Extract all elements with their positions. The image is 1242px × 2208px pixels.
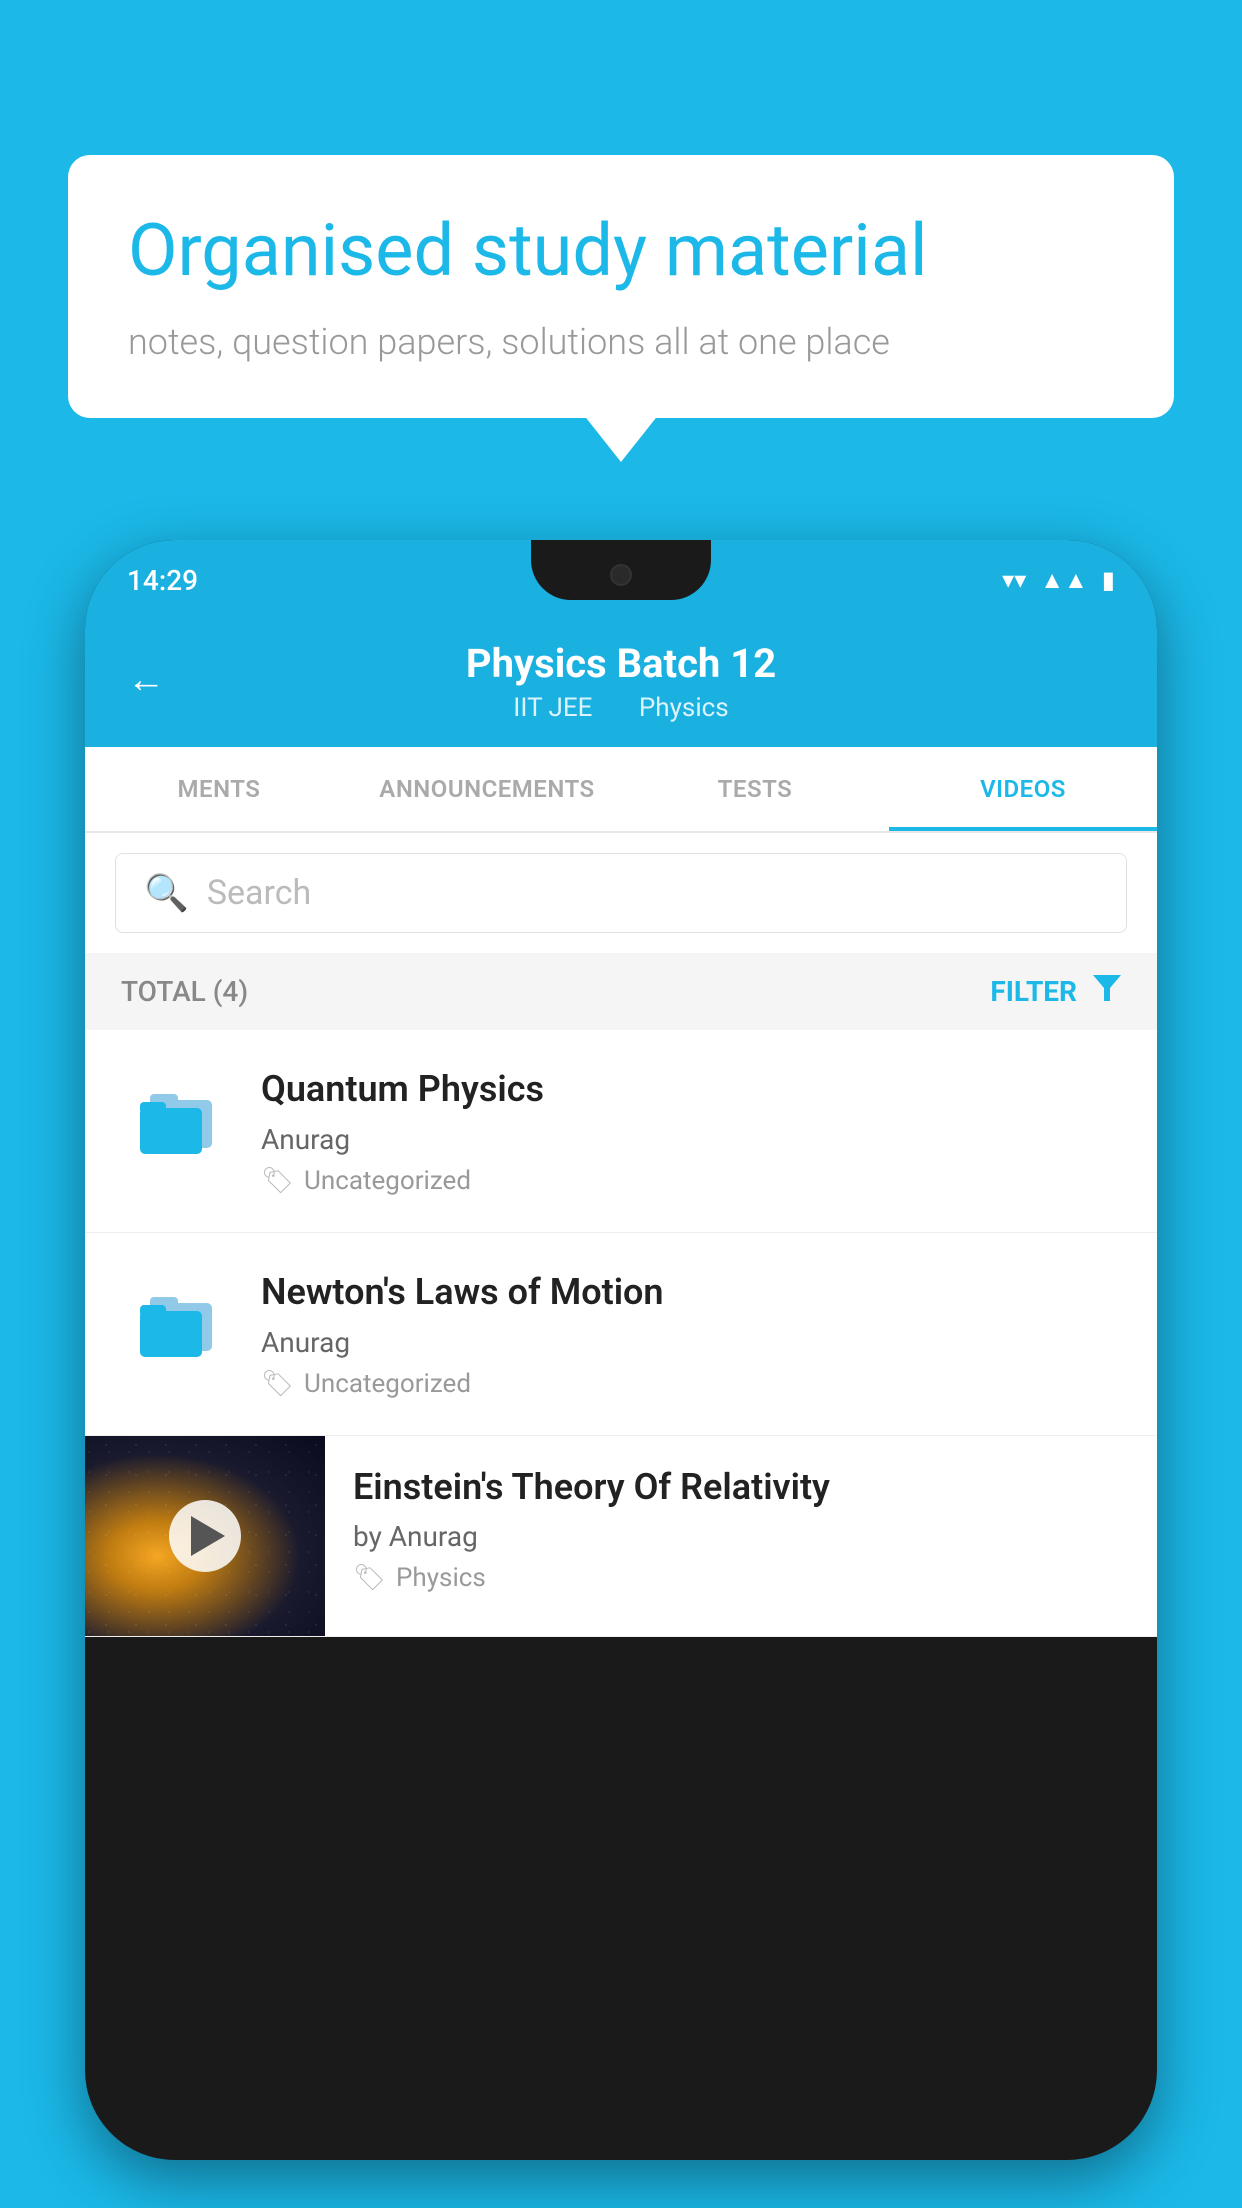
folder-icon [132, 1082, 220, 1160]
folder-icon [132, 1285, 220, 1363]
list-item[interactable]: Einstein's Theory Of Relativity by Anura… [85, 1436, 1157, 1637]
status-icons: ▾▾ ▲▲ ▮ [1002, 566, 1115, 595]
tag-label: Physics [396, 1563, 486, 1593]
phone-outer: 14:29 ▾▾ ▲▲ ▮ ← Physics Batch 12 IIT JEE… [85, 540, 1157, 2160]
wifi-icon: ▾▾ [1002, 566, 1026, 594]
signal-icon: ▲▲ [1040, 566, 1088, 595]
app-subtitle: IIT JEE Physics [127, 693, 1115, 723]
app-header: ← Physics Batch 12 IIT JEE Physics [85, 612, 1157, 747]
video-title: Einstein's Theory Of Relativity [353, 1464, 1129, 1511]
back-button[interactable]: ← [127, 658, 165, 702]
tag-label: Uncategorized [304, 1166, 471, 1196]
total-count-label: TOTAL (4) [121, 975, 248, 1008]
speech-bubble-subtext: notes, question papers, solutions all at… [128, 321, 1114, 363]
tab-videos[interactable]: VIDEOS [889, 747, 1157, 831]
tag-icon: 🏷 [261, 1369, 294, 1399]
search-icon: 🔍 [144, 872, 189, 914]
video-author: Anurag [261, 1326, 1121, 1359]
filter-funnel-icon [1093, 975, 1121, 1008]
video-thumbnail [85, 1436, 325, 1636]
filter-bar: TOTAL (4) FILTER [85, 953, 1157, 1030]
video-title: Quantum Physics [261, 1066, 1121, 1113]
camera [610, 564, 632, 586]
subtitle-part2: Physics [639, 693, 729, 723]
video-tag: 🏷 Uncategorized [261, 1369, 1121, 1399]
phone-notch [531, 540, 711, 600]
video-tag: 🏷 Physics [353, 1563, 1129, 1593]
app-title: Physics Batch 12 [127, 640, 1115, 687]
video-title: Newton's Laws of Motion [261, 1269, 1121, 1316]
list-item[interactable]: Newton's Laws of Motion Anurag 🏷 Uncateg… [85, 1233, 1157, 1436]
video-info: Quantum Physics Anurag 🏷 Uncategorized [261, 1066, 1121, 1196]
play-triangle-icon [191, 1516, 225, 1556]
video-info: Newton's Laws of Motion Anurag 🏷 Uncateg… [261, 1269, 1121, 1399]
play-button[interactable] [169, 1500, 241, 1572]
speech-bubble-container: Organised study material notes, question… [68, 155, 1174, 418]
search-placeholder: Search [207, 873, 311, 913]
speech-bubble: Organised study material notes, question… [68, 155, 1174, 418]
speech-bubble-heading: Organised study material [128, 210, 1114, 293]
folder-icon-container [121, 1269, 231, 1379]
status-bar: 14:29 ▾▾ ▲▲ ▮ [85, 540, 1157, 612]
video-author: Anurag [261, 1123, 1121, 1156]
search-box[interactable]: 🔍 Search [115, 853, 1127, 933]
video-list: Quantum Physics Anurag 🏷 Uncategorized [85, 1030, 1157, 1637]
video-info: Einstein's Theory Of Relativity by Anura… [325, 1436, 1157, 1622]
tab-announcements[interactable]: ANNOUNCEMENTS [353, 747, 621, 831]
list-item[interactable]: Quantum Physics Anurag 🏷 Uncategorized [85, 1030, 1157, 1233]
folder-icon-container [121, 1066, 231, 1176]
tag-icon: 🏷 [261, 1166, 294, 1196]
filter-label: FILTER [990, 975, 1077, 1008]
battery-icon: ▮ [1102, 566, 1115, 594]
tab-ments[interactable]: MENTS [85, 747, 353, 831]
tab-tests[interactable]: TESTS [621, 747, 889, 831]
tag-icon: 🏷 [353, 1563, 386, 1593]
video-author: by Anurag [353, 1520, 1129, 1553]
status-time: 14:29 [127, 564, 198, 597]
phone-frame: 14:29 ▾▾ ▲▲ ▮ ← Physics Batch 12 IIT JEE… [85, 540, 1157, 2208]
tag-label: Uncategorized [304, 1369, 471, 1399]
search-container: 🔍 Search [85, 833, 1157, 953]
subtitle-part1: IIT JEE [513, 693, 592, 723]
tabs-bar: MENTS ANNOUNCEMENTS TESTS VIDEOS [85, 747, 1157, 833]
filter-button[interactable]: FILTER [990, 975, 1121, 1008]
video-tag: 🏷 Uncategorized [261, 1166, 1121, 1196]
